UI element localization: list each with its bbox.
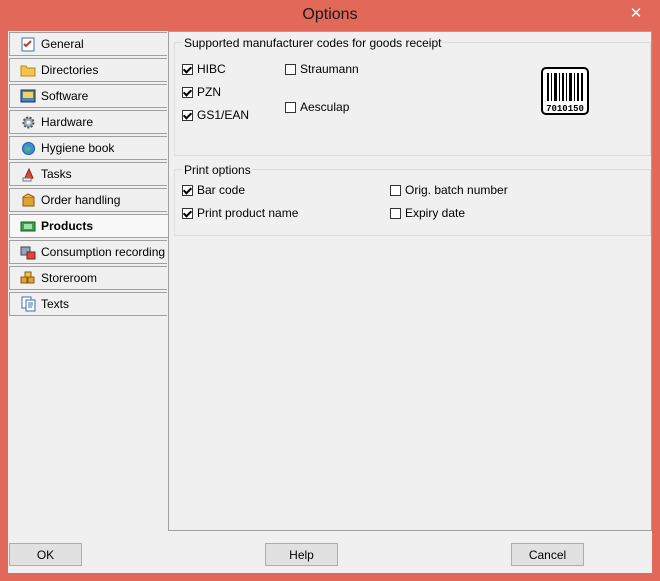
- tab-label: Order handling: [41, 193, 121, 207]
- barcode-icon: 7010150: [541, 67, 589, 115]
- tab-label: Tasks: [41, 167, 72, 181]
- checkbox-label: Straumann: [300, 62, 359, 76]
- checkbox-box[interactable]: [285, 63, 296, 75]
- button-label: OK: [36, 547, 55, 562]
- tab-label: Hardware: [41, 115, 94, 129]
- straumann-checkbox[interactable]: Straumann: [285, 62, 359, 76]
- window-title: Options: [302, 6, 358, 23]
- checkbox-label: Bar code: [197, 183, 246, 197]
- dialog-client: General Directories Software Hardware Hy…: [8, 31, 652, 573]
- storeroom-icon: [20, 270, 36, 286]
- products-icon: [20, 218, 36, 234]
- globe-icon: [20, 140, 36, 156]
- close-icon[interactable]: ✕: [626, 4, 646, 24]
- group-label: Print options: [183, 163, 252, 177]
- checkbox-label: Expiry date: [405, 206, 466, 220]
- tab-label: Products: [41, 219, 94, 233]
- tab-label: General: [41, 37, 84, 51]
- tab-label: Software: [41, 89, 89, 103]
- products-page: Supported manufacturer codes for goods r…: [168, 31, 652, 531]
- software-icon: [20, 88, 36, 104]
- checkbox-box[interactable]: [182, 109, 193, 121]
- checkbox-box[interactable]: [182, 86, 193, 98]
- checkbox-label: HIBC: [197, 62, 226, 76]
- checklist-icon: [20, 36, 36, 52]
- tab-order-handling[interactable]: Order handling: [9, 188, 167, 212]
- checkbox-box[interactable]: [182, 184, 193, 196]
- checkbox-box[interactable]: [182, 63, 193, 75]
- help-button[interactable]: Help: [265, 543, 338, 566]
- checkbox-label: Print product name: [197, 206, 299, 220]
- print-product-name-checkbox[interactable]: Print product name: [182, 206, 298, 220]
- button-label: Help: [289, 547, 314, 562]
- tab-label: Directories: [41, 63, 99, 77]
- cancel-button[interactable]: Cancel: [511, 543, 584, 566]
- tab-texts[interactable]: Texts: [9, 292, 167, 316]
- group-label: Supported manufacturer codes for goods r…: [183, 36, 443, 50]
- gs1-ean-checkbox[interactable]: GS1/EAN: [182, 108, 249, 122]
- button-label: Cancel: [528, 547, 567, 562]
- orig-batch-number-checkbox[interactable]: Orig. batch number: [390, 183, 508, 197]
- checkbox-label: PZN: [197, 85, 221, 99]
- options-window: Options ✕ General Directories Software H…: [0, 0, 660, 581]
- folder-icon: [20, 62, 36, 78]
- tab-products[interactable]: Products: [9, 214, 170, 238]
- package-icon: [20, 192, 36, 208]
- tab-software[interactable]: Software: [9, 84, 167, 108]
- title-bar[interactable]: Options ✕: [0, 0, 660, 31]
- tab-directories[interactable]: Directories: [9, 58, 167, 82]
- tab-tasks[interactable]: Tasks: [9, 162, 167, 186]
- checkbox-box[interactable]: [182, 207, 193, 219]
- hibc-checkbox[interactable]: HIBC: [182, 62, 226, 76]
- tab-consumption-recording[interactable]: Consumption recording: [9, 240, 167, 264]
- documents-icon: [20, 296, 36, 312]
- aesculap-checkbox[interactable]: Aesculap: [285, 100, 349, 114]
- tab-storeroom[interactable]: Storeroom: [9, 266, 167, 290]
- tab-label: Hygiene book: [41, 141, 115, 155]
- print-options-group: Print options Bar code Print product nam…: [174, 163, 651, 236]
- tab-label: Texts: [41, 297, 70, 311]
- bar-code-checkbox[interactable]: Bar code: [182, 183, 245, 197]
- expiry-date-checkbox[interactable]: Expiry date: [390, 206, 465, 220]
- tab-hygiene-book[interactable]: Hygiene book: [9, 136, 167, 160]
- ok-button[interactable]: OK: [9, 543, 82, 566]
- tab-label: Consumption recording: [41, 245, 166, 259]
- checkbox-box[interactable]: [390, 184, 401, 196]
- consumption-icon: [20, 244, 36, 260]
- pzn-checkbox[interactable]: PZN: [182, 85, 221, 99]
- checkbox-box[interactable]: [285, 101, 296, 113]
- tasks-icon: [20, 166, 36, 182]
- tab-label: Storeroom: [41, 271, 98, 285]
- tab-hardware[interactable]: Hardware: [9, 110, 167, 134]
- supported-codes-group: Supported manufacturer codes for goods r…: [174, 36, 651, 156]
- gear-icon: [20, 114, 36, 130]
- tab-general[interactable]: General: [9, 32, 167, 56]
- barcode-text: 7010150: [546, 104, 584, 114]
- checkbox-label: Orig. batch number: [405, 183, 508, 197]
- checkbox-box[interactable]: [390, 207, 401, 219]
- checkbox-label: GS1/EAN: [197, 108, 250, 122]
- checkbox-label: Aesculap: [300, 100, 350, 114]
